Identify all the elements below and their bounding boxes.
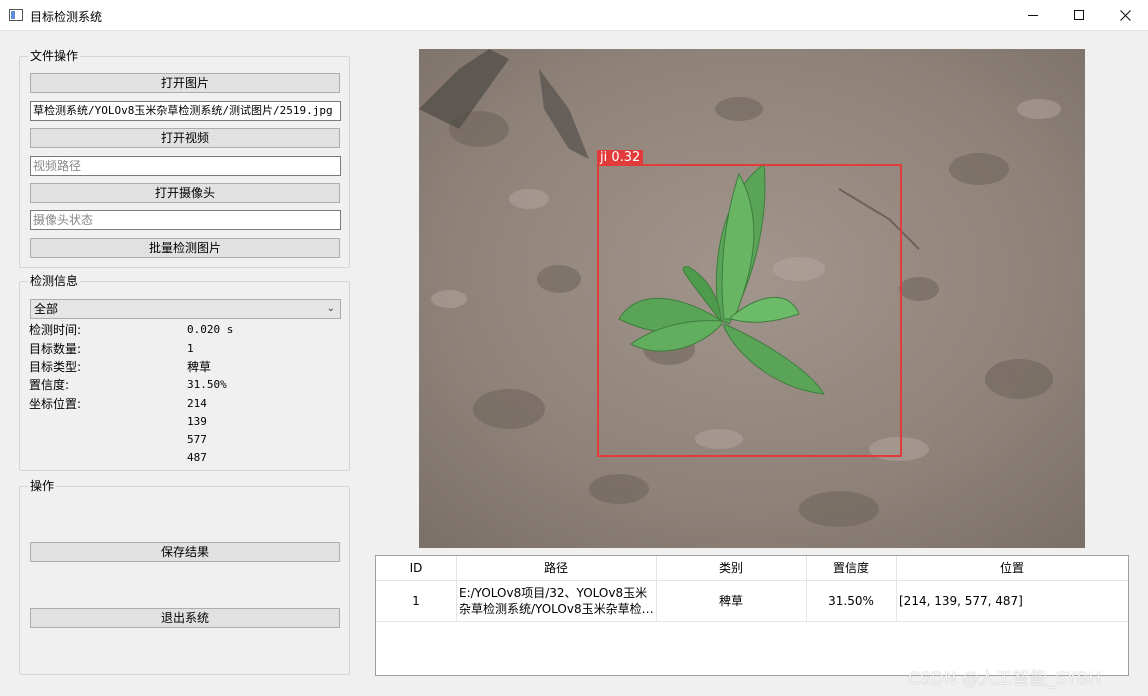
window-title: 目标检测系统 [30, 10, 103, 24]
detect-time-label: 检测时间: [29, 323, 82, 337]
target-type-label: 目标类型: [29, 360, 82, 374]
close-button[interactable] [1102, 0, 1148, 30]
detection-info-group: 检测信息 全部 ⌄ 检测时间: 0.020 s 目标数量: 1 目标类型: 稗草… [19, 274, 350, 471]
video-path-field[interactable]: 视频路径 [30, 156, 341, 176]
close-icon [1119, 9, 1131, 21]
cell-confidence: 31.50% [828, 594, 874, 608]
detect-time-value: 0.020 s [187, 323, 234, 336]
column-divider [896, 556, 897, 621]
camera-status-field[interactable]: 摄像头状态 [30, 210, 341, 230]
coord-ymin: 139 [187, 415, 207, 428]
header-confidence[interactable]: 置信度 [806, 556, 896, 580]
open-video-button[interactable]: 打开视频 [30, 128, 340, 148]
target-count-label: 目标数量: [29, 342, 82, 356]
target-count-value: 1 [187, 342, 194, 355]
cell-id: 1 [412, 594, 420, 608]
maximize-button[interactable] [1056, 0, 1102, 30]
coord-ymax: 487 [187, 451, 207, 464]
detection-info-title: 检测信息 [28, 274, 81, 289]
file-operations-title: 文件操作 [28, 49, 81, 64]
header-id[interactable]: ID [376, 556, 456, 580]
row-divider [376, 621, 1128, 622]
cell-path: E:/YOLOv8项目/32、YOLOv8玉米杂草检测系统/YOLOv8玉米杂草… [459, 586, 654, 616]
operations-title: 操作 [28, 479, 57, 494]
batch-detect-button[interactable]: 批量检测图片 [30, 238, 340, 258]
minimize-icon [1028, 14, 1038, 16]
cell-category: 稗草 [718, 594, 743, 608]
confidence-label: 置信度: [29, 378, 70, 392]
detection-image: ji 0.32 [419, 49, 1085, 548]
header-position[interactable]: 位置 [896, 556, 1128, 580]
operations-group: 操作 保存结果 退出系统 [19, 479, 350, 675]
open-camera-button[interactable]: 打开摄像头 [30, 183, 340, 203]
cell-position: [214, 139, 577, 487] [899, 594, 1023, 608]
target-select-value: 全部 [34, 302, 59, 316]
file-operations-group: 文件操作 打开图片 草检测系统/YOLOv8玉米杂草检测系统/测试图片/2519… [19, 49, 350, 268]
maximize-icon [1074, 10, 1084, 20]
results-table[interactable]: ID 路径 类别 置信度 位置 1 E:/YOLOv8项目/32、YOLOv8玉… [375, 555, 1129, 676]
exit-system-button[interactable]: 退出系统 [30, 608, 340, 628]
video-path-placeholder: 视频路径 [33, 159, 82, 173]
detection-bounding-box [597, 164, 902, 457]
coord-xmin: 214 [187, 397, 207, 410]
open-image-button[interactable]: 打开图片 [30, 73, 340, 93]
camera-status-placeholder: 摄像头状态 [33, 213, 94, 227]
target-type-value: 稗草 [187, 360, 212, 374]
minimize-button[interactable] [1010, 0, 1056, 30]
save-result-button[interactable]: 保存结果 [30, 542, 340, 562]
target-select[interactable]: 全部 ⌄ [30, 299, 341, 319]
app-window-icon [9, 9, 23, 21]
header-path[interactable]: 路径 [456, 556, 656, 580]
csdn-watermark: CSDN @人工智能_SYBH [908, 669, 1101, 689]
chevron-down-icon: ⌄ [326, 303, 335, 314]
coord-label: 坐标位置: [29, 397, 82, 411]
image-path-field[interactable]: 草检测系统/YOLOv8玉米杂草检测系统/测试图片/2519.jpg [30, 101, 341, 121]
column-divider [456, 556, 457, 621]
header-category[interactable]: 类别 [656, 556, 806, 580]
detection-box-label: ji 0.32 [597, 150, 644, 165]
confidence-value: 31.50% [187, 378, 227, 391]
title-bar: 目标检测系统 [0, 0, 1148, 31]
coord-xmax: 577 [187, 433, 207, 446]
